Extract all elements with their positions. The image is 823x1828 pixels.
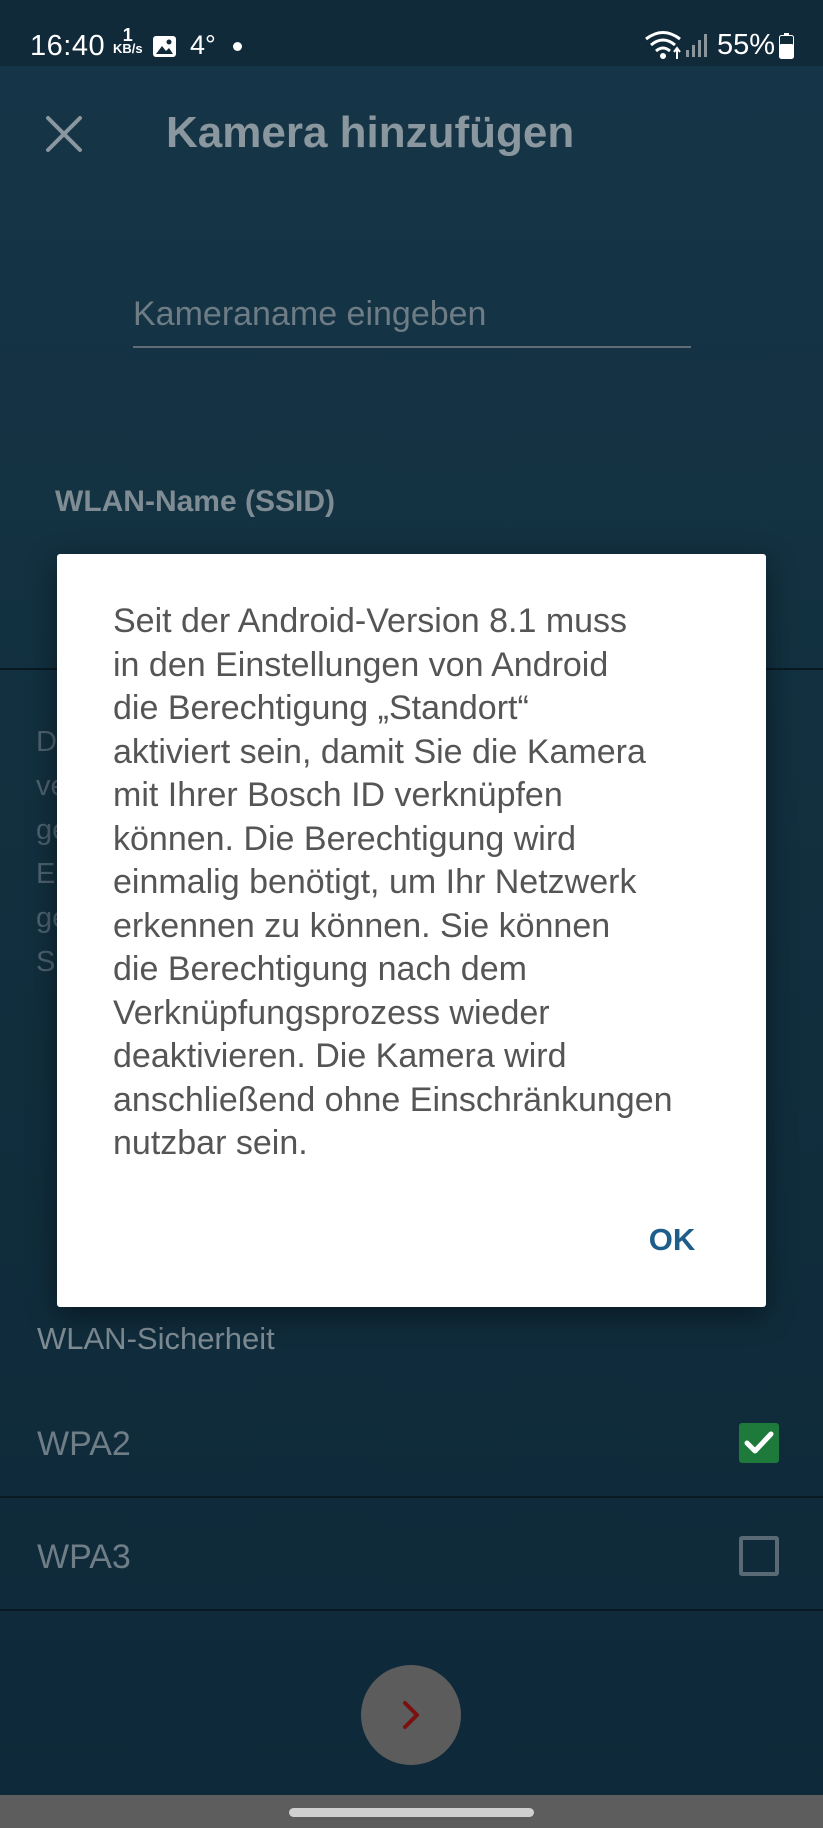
dialog-message-line: einmalig benötigt, um Ihr Netzwerk [113, 863, 637, 901]
image-icon [153, 36, 176, 57]
dialog-message-line: mit Ihrer Bosch ID verknüpfen [113, 776, 563, 814]
network-speed-value: 1 [122, 25, 133, 45]
network-speed-unit: KB/s [113, 41, 143, 56]
wifi-icon [645, 31, 681, 59]
battery-icon [779, 33, 794, 59]
status-bar: 16:40 1 KB/s 4° 55% [0, 0, 823, 66]
notification-dot [233, 42, 242, 51]
dialog-message: Seit der Android-Version 8.1 muss in den… [113, 600, 733, 1166]
permission-dialog: Seit der Android-Version 8.1 muss in den… [57, 554, 766, 1307]
status-temperature: 4° [190, 30, 216, 60]
dialog-message-line: Seit der Android-Version 8.1 muss [113, 602, 628, 640]
dialog-message-line: in den Einstellungen von Android [113, 645, 609, 684]
dialog-message-line: erkennen zu können. Sie können [113, 906, 611, 945]
battery-percent: 55% [717, 29, 776, 61]
dialog-message-line: können. Die Berechtigung wird [113, 819, 577, 858]
dialog-message-line: nutzbar sein. [113, 1124, 308, 1162]
ok-button[interactable]: OK [617, 1210, 727, 1270]
home-gesture-handle[interactable] [289, 1808, 534, 1817]
dialog-message-line: Verknüpfungsprozess wieder [113, 993, 550, 1032]
dialog-message-line: die Berechtigung „Standort“ [113, 689, 529, 727]
dialog-message-line: die Berechtigung nach dem [113, 950, 527, 988]
network-speed: 1 KB/s [113, 25, 143, 56]
status-time: 16:40 [30, 30, 106, 62]
dialog-message-line: anschließend ohne Einschränkungen [113, 1080, 673, 1119]
dialog-message-line: aktiviert sein, damit Sie die Kamera [113, 732, 646, 771]
system-navigation-bar [0, 1795, 823, 1828]
signal-icon [686, 34, 707, 57]
dialog-message-line: deaktivieren. Die Kamera wird [113, 1037, 567, 1075]
